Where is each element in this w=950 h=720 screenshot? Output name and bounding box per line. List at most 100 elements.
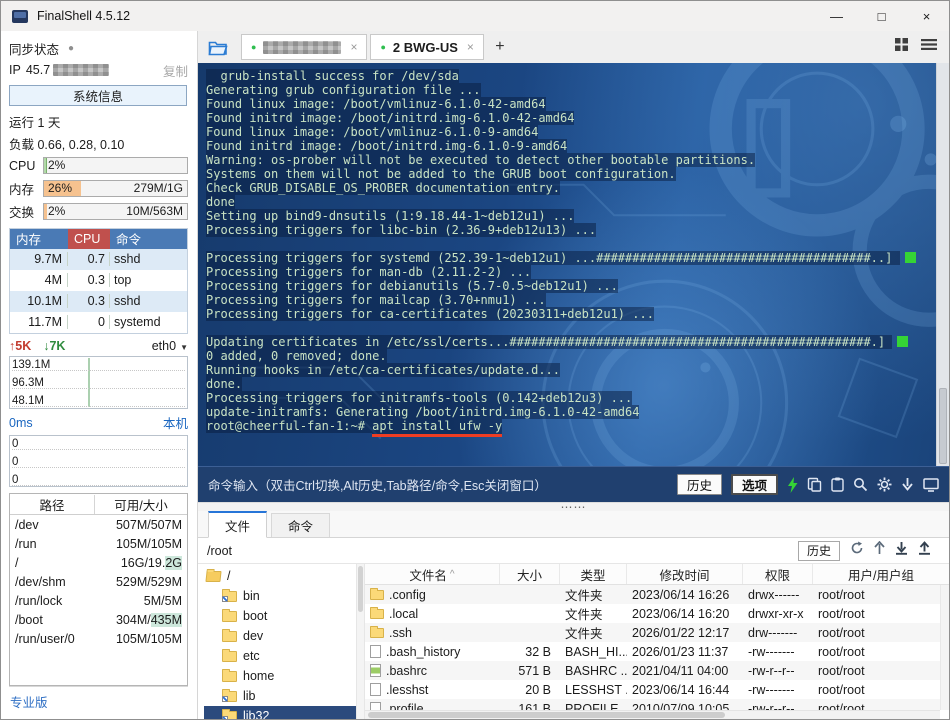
maximize-button[interactable]: □ (859, 1, 904, 31)
file-row[interactable]: .profile 161 B PROFILE... 2010/07/09 10:05-… (365, 699, 940, 710)
file-icon (370, 702, 381, 710)
disk-row[interactable]: /dev/shm 529M/529M (10, 572, 187, 591)
disk-row[interactable]: /run/lock 5M/5M (10, 591, 187, 610)
load-average-text: 负载 0.66, 0.28, 0.10 (9, 138, 125, 153)
tree-item-root[interactable]: / (204, 566, 356, 586)
tree-item-dev[interactable]: dev (204, 626, 356, 646)
process-row[interactable]: 9.7M 0.7 sshd (10, 248, 187, 270)
app-icon (12, 9, 28, 23)
monitor-icon[interactable] (923, 477, 939, 492)
tab1-redacted-label (263, 40, 342, 54)
tree-item-lib[interactable]: lib (204, 686, 356, 706)
close-button[interactable]: × (904, 1, 949, 31)
parent-dir-icon[interactable] (874, 540, 885, 560)
edition-label[interactable]: 专业版 (9, 686, 188, 715)
process-row[interactable]: 4M 0.3 top (10, 270, 187, 291)
disk-col-size[interactable]: 可用/大小 (95, 495, 187, 514)
tab2-close-icon[interactable]: × (467, 40, 474, 54)
tree-item-bin[interactable]: bin (204, 586, 356, 606)
ping-stats: 0ms 本机 (9, 413, 188, 432)
file-table-hscrollbar-thumb[interactable] (368, 712, 725, 718)
system-info-button[interactable]: 系统信息 (9, 85, 187, 107)
history-button[interactable]: 历史 (676, 474, 722, 495)
tab-commands[interactable]: 命令 (271, 513, 331, 537)
file-row[interactable]: .bash_history 32 B BASH_HI... 2026/01/23 11… (365, 642, 940, 661)
tab-files[interactable]: 文件 (208, 511, 268, 538)
current-path[interactable]: /root (207, 544, 232, 558)
file-row[interactable]: .lesshst20 BLESSHST ...2023/06/14 16:44-… (365, 680, 940, 699)
gear-icon[interactable] (877, 477, 892, 492)
tree-item-home[interactable]: home (204, 666, 356, 686)
tab1-close-icon[interactable]: × (350, 40, 357, 54)
copy-ip-button[interactable]: 复制 (163, 61, 188, 80)
grid-view-icon[interactable] (894, 37, 909, 57)
lightning-icon[interactable] (787, 476, 798, 493)
folder-icon (222, 608, 237, 622)
new-tab-button[interactable]: + (487, 34, 513, 60)
tree-item-etc[interactable]: etc (204, 646, 356, 666)
file-row[interactable]: .config 文件夹 2023/06/14 16:26 drwx------ root… (365, 585, 940, 604)
folder-icon (222, 648, 237, 662)
process-col-header[interactable]: CPU (68, 228, 110, 249)
process-row[interactable]: 10.1M 0.3 sshd (10, 290, 187, 312)
process-row[interactable]: 11.7M 0 systemd (10, 312, 187, 333)
terminal-line: Generating grub configuration file ... (206, 83, 481, 97)
ping-target[interactable]: 本机 (163, 413, 188, 432)
tree-scrollbar-thumb[interactable] (358, 566, 363, 612)
path-history-button[interactable]: 历史 (797, 540, 840, 561)
file-col-header[interactable]: 权限 (743, 564, 813, 584)
command-input-bar[interactable]: 命令输入（双击Ctrl切换,Alt历史,Tab路径/命令,Esc关闭窗口） 历史… (198, 466, 949, 502)
refresh-icon[interactable] (850, 541, 864, 560)
minimize-button[interactable]: — (814, 1, 859, 31)
command-input-hint[interactable]: 命令输入（双击Ctrl切换,Alt历史,Tab路径/命令,Esc关闭窗口） (208, 475, 547, 494)
search-icon[interactable] (853, 477, 868, 492)
session-tab-1[interactable]: ● × (241, 34, 368, 60)
scroll-down-icon[interactable] (901, 477, 914, 492)
upload-icon[interactable] (918, 541, 931, 560)
terminal-scrollbar[interactable] (936, 63, 949, 466)
file-table-vscrollbar[interactable] (940, 585, 949, 710)
disk-col-path[interactable]: 路径 (10, 494, 95, 514)
file-col-header[interactable]: 类型 (560, 564, 627, 584)
file-col-header[interactable]: 文件名 ^ (365, 564, 500, 584)
process-col-header[interactable]: 命令 (110, 228, 187, 249)
disk-row[interactable]: /boot 304M/435M (10, 610, 187, 629)
progress-green-block (897, 336, 909, 347)
network-graph-label: 96.3M (12, 376, 44, 389)
tree-item-boot[interactable]: boot (204, 606, 356, 626)
connected-dot-icon: ● (380, 42, 386, 52)
menu-icon[interactable] (921, 38, 937, 56)
directory-tree: / bin boot dev etc home lib lib32 (198, 564, 356, 719)
network-graph: 139.1M 96.3M 48.1M (9, 355, 188, 410)
app-window: FinalShell 4.5.12 — □ × 同步状态 ● IP 45.7 复… (0, 0, 950, 720)
swap-meter: 交换 2% 10M/563M (9, 202, 188, 221)
connection-manager-folder-icon[interactable] (208, 39, 229, 56)
terminal-line: root@cheerful-fan-1:~# apt install ufw -… (206, 419, 929, 437)
terminal-scrollbar-thumb[interactable] (939, 388, 947, 464)
session-tab-2-active[interactable]: ● 2 BWG-US × (370, 34, 484, 60)
file-col-header[interactable]: 用户/用户组 (813, 564, 949, 584)
file-table-hscrollbar[interactable] (365, 710, 940, 719)
terminal[interactable]: grub-install success for /dev/sda Generat… (198, 63, 949, 466)
copy-icon[interactable] (807, 477, 822, 492)
file-row[interactable]: .bashrc 571 B BASHRC ... 2021/04/11 04:00 -r… (365, 661, 940, 680)
file-col-header[interactable]: 大小 (500, 564, 560, 584)
file-row[interactable]: .ssh 文件夹 2026/01/22 12:17 drw------- root/ro… (365, 623, 940, 642)
memory-meter-label: 内存 (9, 182, 35, 197)
file-col-header[interactable]: 修改时间 (627, 564, 743, 584)
folder-icon (222, 588, 237, 602)
tree-scrollbar[interactable] (356, 564, 365, 719)
interface-selector[interactable]: eth0 ▼ (152, 339, 188, 353)
disk-row[interactable]: /run 105M/105M (10, 534, 187, 553)
process-col-header[interactable]: 内存 (10, 228, 68, 249)
paste-icon[interactable] (831, 477, 844, 492)
tree-item-lib32[interactable]: lib32 (204, 706, 356, 719)
swap-meter-detail: 10M/563M (126, 203, 183, 218)
disk-row[interactable]: /dev 507M/507M (10, 515, 187, 534)
disk-row[interactable]: /run/user/0 105M/105M (10, 629, 187, 648)
file-row[interactable]: .local 文件夹 2023/06/14 16:20 drwxr-xr-x root/… (365, 604, 940, 623)
options-button[interactable]: 选项 (730, 474, 778, 495)
download-icon[interactable] (895, 541, 908, 560)
panel-splitter-handle[interactable]: ⋯⋯ (198, 501, 949, 513)
disk-row[interactable]: /16G/19.2G (10, 553, 187, 572)
